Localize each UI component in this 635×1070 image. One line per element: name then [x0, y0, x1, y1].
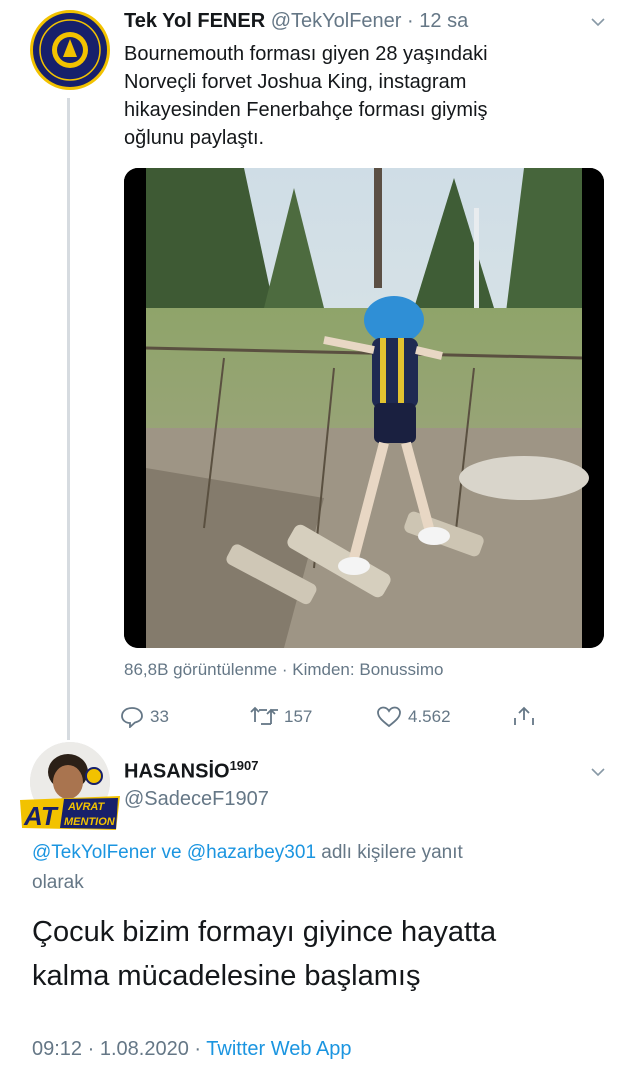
source-app-link[interactable]: Twitter Web App: [206, 1038, 351, 1060]
separator: ·: [87, 1038, 95, 1060]
video-thumbnail: [124, 168, 604, 648]
source-label: Kimden:: [292, 660, 355, 679]
avrat-mention-badge-icon: AT AVRAT MENTION: [20, 796, 120, 831]
chevron-down-icon[interactable]: [590, 764, 606, 780]
badge-top-text: AVRAT: [67, 801, 106, 813]
handle[interactable]: @TekYolFener: [271, 10, 402, 32]
timestamp[interactable]: 12 sa: [419, 10, 468, 32]
reply-button[interactable]: 33: [120, 706, 169, 728]
retweet-button[interactable]: 157: [250, 706, 312, 728]
display-name-suffix: 1907: [229, 758, 259, 773]
mention-link[interactable]: @hazarbey301: [187, 842, 316, 863]
reply-context: @TekYolFener ve @hazarbey301 adlı kişile…: [32, 838, 602, 898]
like-button[interactable]: 4.562: [376, 706, 451, 728]
tweet-text: Bournemouth forması giyen 28 yaşındaki N…: [124, 40, 594, 152]
separator: ·: [194, 1038, 202, 1060]
thread-line: [67, 98, 70, 740]
avatar[interactable]: [30, 10, 110, 90]
source-name[interactable]: Bonussimo: [359, 660, 443, 679]
reply-and: ve: [161, 842, 182, 863]
video-player[interactable]: [124, 168, 604, 648]
badge-logo: AT AVRAT MENTION: [20, 796, 122, 831]
reply-icon: [121, 707, 143, 728]
tweet-text-line: kalma mücadelesine başlamış: [32, 960, 421, 992]
tweet-text-line: Bournemouth forması giyen 28 yaşındaki: [124, 43, 488, 65]
tweet-text: Çocuk bizim formayı giyince hayatta kalm…: [32, 910, 622, 998]
views-text: 86,8B görüntülenme: [124, 660, 278, 679]
badge-big-text: AT: [23, 801, 59, 830]
tweet-text-line: Norveçli forvet Joshua King, instagram: [124, 71, 467, 93]
separator: ·: [281, 660, 288, 679]
share-icon: [514, 706, 534, 725]
reply-count: 33: [150, 707, 169, 726]
tweet-time[interactable]: 09:12: [32, 1038, 82, 1060]
display-name-text: HASANSİO: [124, 760, 230, 783]
mention-link[interactable]: @TekYolFener: [32, 842, 156, 863]
badge-bottom-text: MENTION: [64, 816, 116, 828]
retweet-icon: [250, 706, 278, 725]
tweet-header: Tek Yol FENER @TekYolFener · 12 sa: [124, 10, 468, 33]
retweet-count: 157: [284, 707, 313, 726]
view-count: 86,8B görüntülenme · Kimden: Bonussimo: [124, 660, 443, 680]
handle[interactable]: @SadeceF1907: [124, 788, 269, 811]
tweet-footer: 09:12 · 1.08.2020 · Twitter Web App: [32, 1038, 352, 1061]
tweet-text-line: hikayesinden Fenerbahçe forması giymiş: [124, 99, 488, 121]
separator: ·: [407, 10, 414, 32]
display-name[interactable]: HASANSİO1907: [124, 758, 259, 784]
like-icon: [377, 706, 401, 728]
chevron-down-icon[interactable]: [590, 14, 606, 30]
like-count: 4.562: [408, 707, 451, 726]
reply-line2: olarak: [32, 872, 84, 893]
reply-rest: adlı kişilere yanıt: [321, 842, 463, 863]
share-button[interactable]: [512, 706, 536, 728]
action-bar: 33 157 4.562: [120, 706, 540, 732]
fenerbahce-logo-icon: [36, 16, 104, 84]
tweet-date[interactable]: 1.08.2020: [100, 1038, 189, 1060]
display-name[interactable]: Tek Yol FENER: [124, 10, 265, 32]
tweet-text-line: Çocuk bizim formayı giyince hayatta: [32, 916, 497, 948]
tweet-text-line: oğlunu paylaştı.: [124, 127, 265, 149]
